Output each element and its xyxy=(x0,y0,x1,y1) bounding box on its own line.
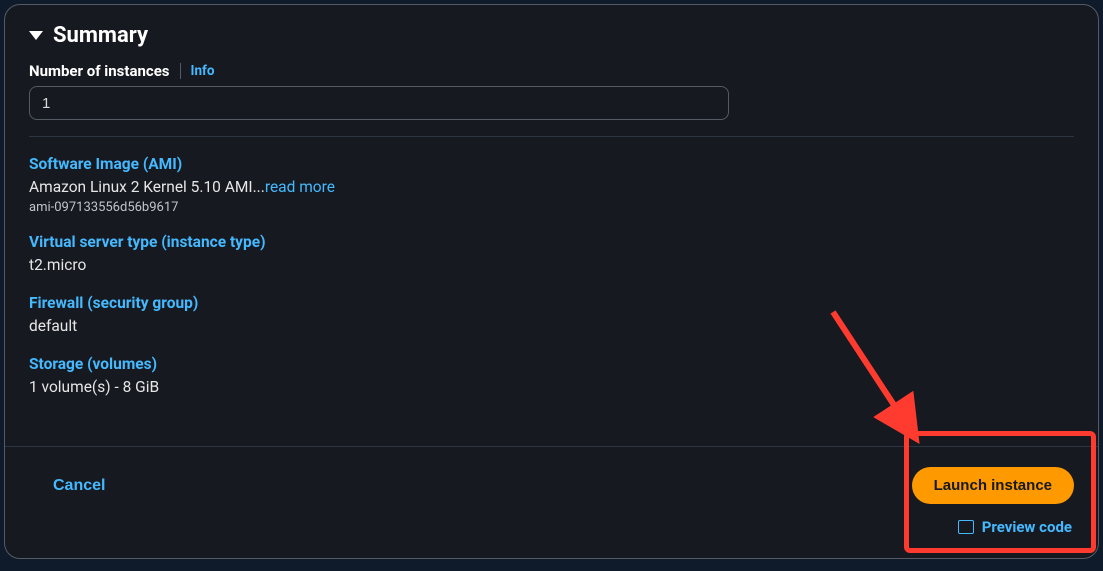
storage-heading: Storage (volumes) xyxy=(29,355,1074,373)
launch-instance-button[interactable]: Launch instance xyxy=(912,467,1074,504)
instances-input[interactable] xyxy=(29,86,729,120)
ami-id: ami-097133556d56b9617 xyxy=(29,200,1074,215)
instances-label-row: Number of instances Info xyxy=(29,62,1074,80)
firewall-value: default xyxy=(29,316,1074,337)
summary-panel: Summary Number of instances Info Softwar… xyxy=(4,4,1099,559)
summary-header[interactable]: Summary xyxy=(29,23,1074,48)
ami-value: Amazon Linux 2 Kernel 5.10 AMI...read mo… xyxy=(29,177,1074,198)
instance-type-heading: Virtual server type (instance type) xyxy=(29,233,1074,251)
ami-section: Software Image (AMI) Amazon Linux 2 Kern… xyxy=(29,155,1074,215)
section-divider xyxy=(29,136,1074,137)
firewall-section: Firewall (security group) default xyxy=(29,294,1074,337)
firewall-heading: Firewall (security group) xyxy=(29,294,1074,312)
read-more-link[interactable]: read more xyxy=(265,178,335,196)
instances-label: Number of instances xyxy=(29,62,170,80)
info-link[interactable]: Info xyxy=(191,63,215,79)
ami-text: Amazon Linux 2 Kernel 5.10 AMI... xyxy=(29,178,265,196)
ami-heading: Software Image (AMI) xyxy=(29,155,1074,173)
instance-type-value: t2.micro xyxy=(29,255,1074,276)
caret-down-icon xyxy=(29,31,43,40)
storage-section: Storage (volumes) 1 volume(s) - 8 GiB xyxy=(29,355,1074,398)
code-icon xyxy=(958,520,974,534)
preview-code-link[interactable]: Preview code xyxy=(958,518,1072,536)
divider xyxy=(180,63,181,79)
footer: Cancel Launch instance Preview code xyxy=(5,446,1098,558)
cancel-button[interactable]: Cancel xyxy=(53,477,105,495)
storage-value: 1 volume(s) - 8 GiB xyxy=(29,377,1074,398)
summary-title: Summary xyxy=(53,23,148,48)
preview-code-label: Preview code xyxy=(982,518,1072,536)
footer-right: Launch instance Preview code xyxy=(912,467,1074,536)
instance-type-section: Virtual server type (instance type) t2.m… xyxy=(29,233,1074,276)
